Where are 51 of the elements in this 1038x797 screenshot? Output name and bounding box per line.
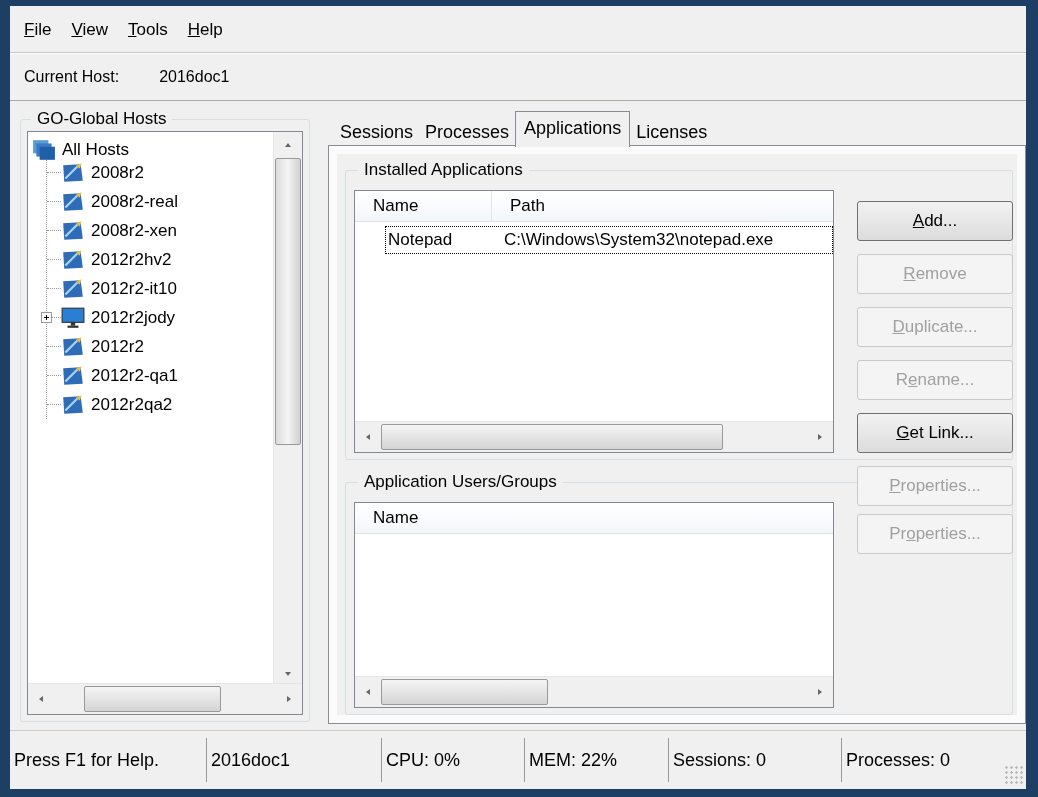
horizontal-scrollbar[interactable] bbox=[355, 676, 833, 707]
server-icon bbox=[61, 393, 85, 416]
server-icon bbox=[61, 335, 85, 358]
current-host-label: Current Host: bbox=[24, 68, 120, 86]
tree-item[interactable]: 2012r2 bbox=[91, 336, 144, 357]
tree-item[interactable]: 2012r2qa2 bbox=[91, 394, 173, 415]
tree-item[interactable]: 2012r2hv2 bbox=[91, 249, 172, 270]
server-icon bbox=[61, 190, 85, 213]
server-icon bbox=[61, 248, 85, 271]
tab[interactable]: Applications bbox=[515, 111, 631, 147]
action-button[interactable]: Add... bbox=[857, 201, 1013, 241]
group-title: Application Users/Groups bbox=[363, 472, 558, 492]
vertical-scrollbar[interactable] bbox=[273, 132, 302, 683]
horizontal-scrollbar[interactable] bbox=[355, 421, 833, 452]
server-icon bbox=[61, 161, 85, 184]
current-host-value: 2016doc1 bbox=[159, 68, 230, 86]
status-field: Sessions: 0 bbox=[668, 738, 841, 782]
tree-item[interactable]: 2012r2jody bbox=[91, 307, 176, 328]
column-header[interactable]: Path bbox=[492, 191, 833, 221]
tree-item[interactable]: All Hosts bbox=[62, 139, 130, 160]
status-field: MEM: 22% bbox=[524, 738, 668, 782]
horizontal-scrollbar[interactable] bbox=[28, 683, 302, 714]
status-field: Press F1 for Help. bbox=[10, 738, 206, 782]
status-field: 2016doc1 bbox=[206, 738, 381, 782]
application-row[interactable]: Notepad C:\Windows\System32\notepad.exe bbox=[385, 226, 833, 254]
menu-item[interactable]: Help bbox=[187, 20, 223, 42]
tab[interactable]: Sessions bbox=[334, 119, 420, 145]
resize-grip-icon bbox=[1004, 765, 1024, 785]
group-title: Installed Applications bbox=[363, 160, 524, 180]
status-field: CPU: 0% bbox=[381, 738, 524, 782]
menu-item[interactable]: View bbox=[71, 20, 108, 42]
status-field: Processes: 0 bbox=[841, 738, 1004, 782]
expand-toggle-icon[interactable] bbox=[41, 312, 52, 323]
tree-item[interactable]: 2012r2-it10 bbox=[91, 278, 177, 299]
menu-item[interactable]: Tools bbox=[127, 20, 168, 42]
tree-item[interactable]: 2008r2-real bbox=[91, 191, 178, 212]
group-title: GO-Global Hosts bbox=[36, 109, 168, 129]
menu-item[interactable]: File bbox=[24, 20, 52, 42]
tree-item[interactable]: 2012r2-qa1 bbox=[91, 365, 178, 386]
server-icon bbox=[61, 364, 85, 387]
tab[interactable]: Licenses bbox=[630, 119, 714, 145]
column-header[interactable]: Name bbox=[355, 191, 492, 221]
host-group-icon bbox=[32, 138, 56, 161]
tree-item[interactable]: 2008r2 bbox=[91, 162, 144, 183]
monitor-icon bbox=[61, 306, 85, 329]
column-header[interactable]: Name bbox=[355, 503, 833, 533]
action-button[interactable]: Get Link... bbox=[857, 413, 1013, 453]
tab[interactable]: Processes bbox=[419, 119, 516, 145]
tree-item[interactable]: 2008r2-xen bbox=[91, 220, 177, 241]
server-icon bbox=[61, 277, 85, 300]
server-icon bbox=[61, 219, 85, 242]
